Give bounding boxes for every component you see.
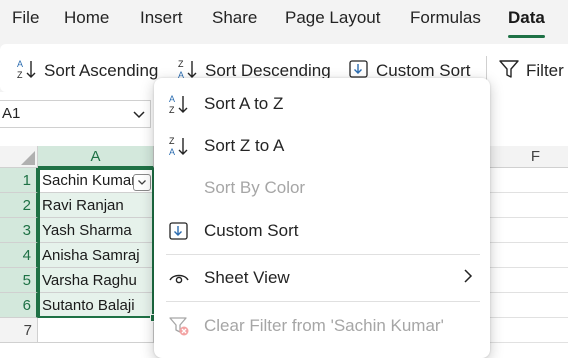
- row-header-7[interactable]: 7: [0, 318, 38, 343]
- filter-label: Filter: [526, 61, 564, 80]
- name-box[interactable]: A1: [0, 100, 151, 128]
- clear-filter-icon: [168, 315, 190, 337]
- tab-home[interactable]: Home: [64, 8, 109, 28]
- row-header-6[interactable]: 6: [0, 293, 38, 318]
- cell-a4[interactable]: Anisha Samraj: [38, 243, 154, 268]
- svg-text:Z: Z: [169, 136, 175, 146]
- menu-item-label: Sheet View: [204, 268, 290, 287]
- menu-item-sort-z-to-a[interactable]: Z A Sort Z to A: [154, 126, 490, 166]
- menu-item-label: Clear Filter from 'Sachin Kumar': [204, 316, 444, 335]
- menu-item-label: Sort By Color: [204, 178, 306, 197]
- chevron-down-icon[interactable]: [132, 107, 146, 126]
- tab-page-layout[interactable]: Page Layout: [285, 8, 380, 28]
- svg-text:Z: Z: [178, 59, 184, 69]
- menu-divider: [166, 301, 480, 302]
- row-header-3[interactable]: 3: [0, 218, 38, 243]
- cell-a2[interactable]: Ravi Ranjan: [38, 193, 154, 218]
- filter-button[interactable]: Filter: [498, 58, 564, 84]
- svg-text:A: A: [169, 147, 175, 157]
- svg-text:Z: Z: [17, 70, 23, 80]
- sort-ascending-icon: A Z: [16, 58, 44, 85]
- cell-a6[interactable]: Sutanto Balaji: [38, 293, 154, 318]
- menu-item-sheet-view[interactable]: Sheet View: [154, 258, 490, 298]
- sort-ascending-button[interactable]: A Z Sort Ascending: [16, 58, 158, 84]
- tab-file[interactable]: File: [12, 8, 39, 28]
- select-all-triangle-icon: [21, 151, 35, 165]
- menu-item-label: Sort A to Z: [204, 94, 284, 113]
- menu-bar: File Home Insert Share Page Layout Formu…: [0, 0, 568, 40]
- svg-text:A: A: [169, 94, 175, 104]
- tab-insert[interactable]: Insert: [140, 8, 183, 28]
- active-tab-indicator: [508, 35, 545, 38]
- cell-a7[interactable]: [38, 318, 154, 343]
- row-header-2[interactable]: 2: [0, 193, 38, 218]
- sort-ascending-label: Sort Ascending: [44, 61, 159, 80]
- name-box-value: A1: [2, 105, 21, 122]
- cell-a5[interactable]: Varsha Raghu: [38, 268, 154, 293]
- menu-item-sort-a-to-z[interactable]: A Z Sort A to Z: [154, 84, 490, 124]
- sort-descending-icon: Z A: [168, 135, 190, 157]
- tab-share[interactable]: Share: [212, 8, 257, 28]
- select-all-corner[interactable]: [0, 146, 38, 168]
- svg-text:A: A: [17, 59, 23, 69]
- custom-sort-icon: [168, 220, 190, 242]
- row-header-5[interactable]: 5: [0, 268, 38, 293]
- row-header-4[interactable]: 4: [0, 243, 38, 268]
- menu-item-label: Custom Sort: [204, 221, 299, 240]
- filter-dropdown-menu: A Z Sort A to Z Z A Sort Z to A Sort By …: [154, 78, 490, 358]
- svg-text:Z: Z: [169, 105, 175, 115]
- tab-data[interactable]: Data: [508, 8, 545, 28]
- chevron-down-icon: [137, 174, 147, 192]
- chevron-right-icon: [462, 268, 474, 289]
- column-header-a[interactable]: A: [38, 146, 154, 168]
- eye-icon: [168, 267, 190, 289]
- menu-item-clear-filter: Clear Filter from 'Sachin Kumar': [154, 306, 490, 346]
- row-header-1[interactable]: 1: [0, 168, 38, 193]
- column-header-f[interactable]: F: [488, 146, 568, 168]
- menu-item-label: Sort Z to A: [204, 136, 285, 155]
- cell-a3[interactable]: Yash Sharma: [38, 218, 154, 243]
- filter-dropdown-button[interactable]: [133, 174, 151, 191]
- tab-formulas[interactable]: Formulas: [410, 8, 481, 28]
- menu-divider: [166, 254, 480, 255]
- menu-item-sort-by-color: Sort By Color: [154, 168, 490, 208]
- filter-icon: [498, 58, 526, 85]
- menu-item-custom-sort[interactable]: Custom Sort: [154, 211, 490, 251]
- sort-ascending-icon: A Z: [168, 93, 190, 115]
